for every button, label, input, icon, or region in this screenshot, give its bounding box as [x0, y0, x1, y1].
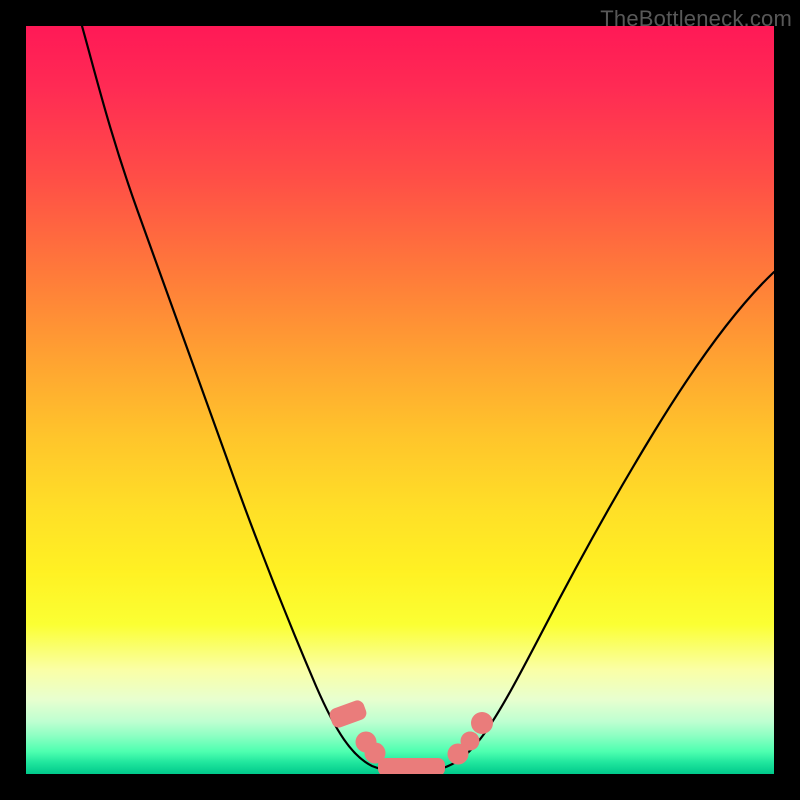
- plot-area: [26, 26, 774, 774]
- curve-layer: [26, 26, 774, 774]
- marker-dot-r2: [461, 732, 480, 751]
- chart-frame: TheBottleneck.com: [0, 0, 800, 800]
- marker-dot-r3: [471, 712, 493, 734]
- bottleneck-curve: [82, 26, 774, 773]
- marker-pill-center: [378, 758, 445, 774]
- valley-markers: [328, 698, 493, 774]
- marker-pill-left: [328, 698, 369, 729]
